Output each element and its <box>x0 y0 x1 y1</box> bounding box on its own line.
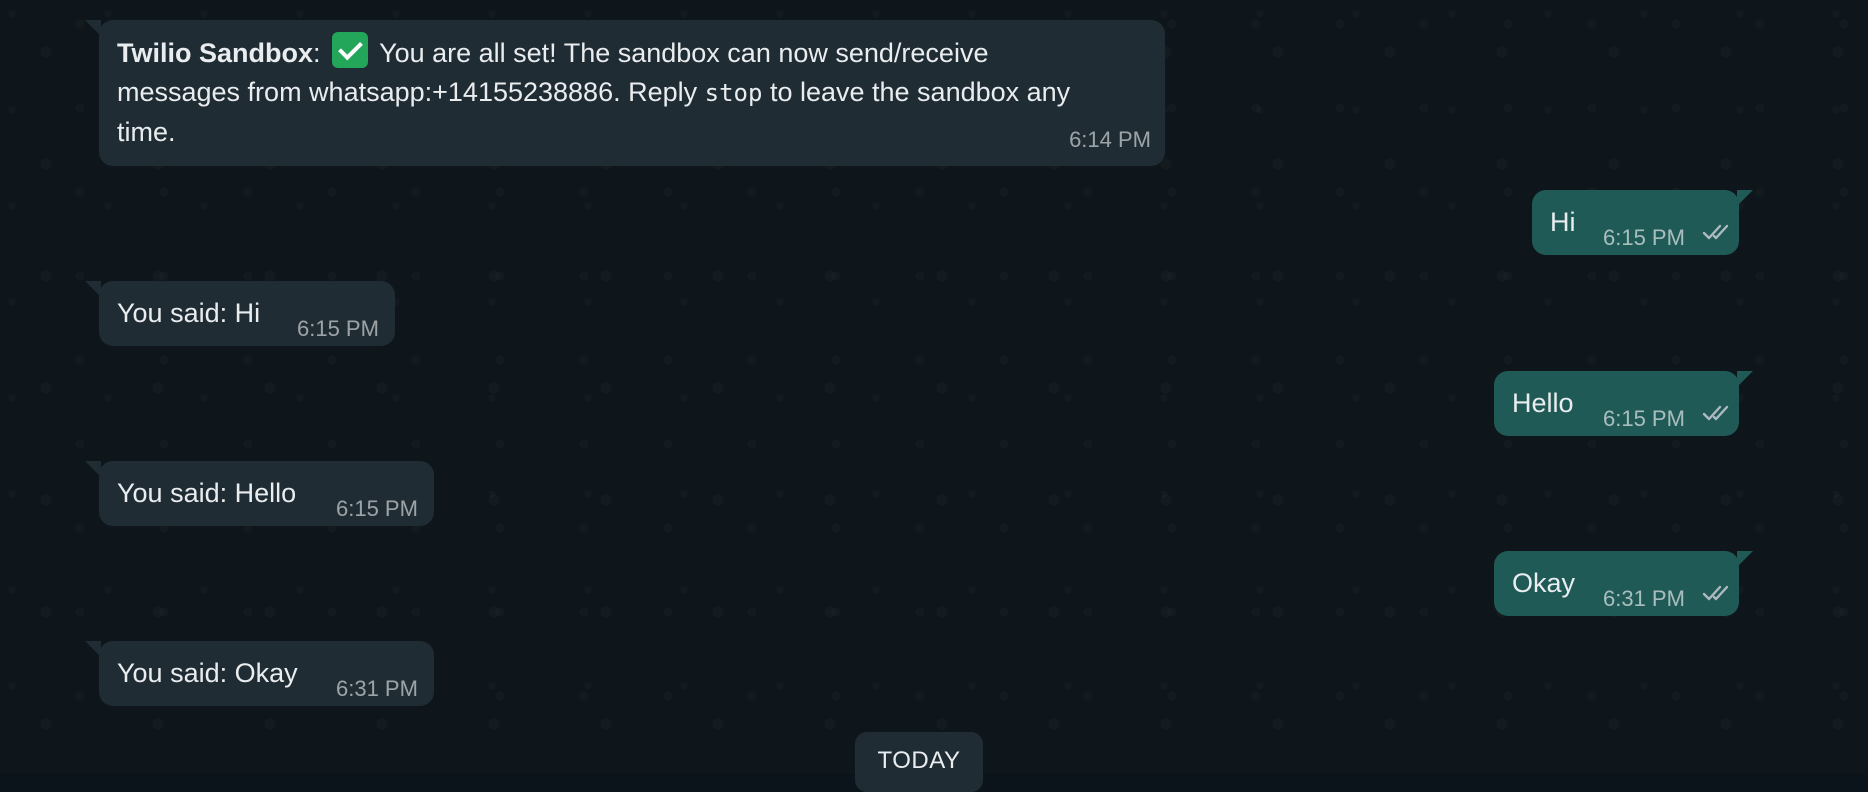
incoming-message-bubble[interactable]: Twilio Sandbox: You are all set! The san… <box>85 20 1165 166</box>
outgoing-message-bubble[interactable]: Okay 6:31 PM <box>1494 551 1753 616</box>
read-double-check-icon <box>1702 222 1732 244</box>
read-double-check-icon <box>1702 583 1732 605</box>
read-double-check-icon <box>1702 403 1732 425</box>
message-timestamp: 6:31 PM <box>336 676 418 701</box>
message-line-1: You are all set! The sandbox can now sen… <box>379 38 989 68</box>
outgoing-message-bubble[interactable]: Hello 6:15 PM <box>1494 371 1753 436</box>
incoming-message-bubble[interactable]: You said: Hi 6:15 PM <box>85 281 395 346</box>
message-line-2-end: to leave the sandbox any <box>769 77 1071 107</box>
sender-separator: : <box>313 38 321 68</box>
message-text: Hello <box>1512 388 1574 418</box>
message-text: You said: Okay <box>117 658 298 688</box>
message-timestamp: 6:15 PM <box>1603 406 1685 431</box>
message-text: Okay <box>1512 568 1576 598</box>
outgoing-message-bubble[interactable]: Hi 6:15 PM <box>1532 190 1753 255</box>
message-text-line-2: messages from whatsapp:+14155238886. Rep… <box>117 72 1070 113</box>
message-timestamp: 6:15 PM <box>1603 225 1685 250</box>
sender-name: Twilio Sandbox <box>117 38 314 68</box>
message-text: Twilio Sandbox: You are all set! The san… <box>117 32 988 73</box>
message-text: You said: Hi <box>117 298 261 328</box>
message-timestamp: 6:15 PM <box>297 316 379 341</box>
message-timestamp: 6:31 PM <box>1603 586 1685 611</box>
message-line-3: time. <box>117 117 176 147</box>
message-text: Hi <box>1550 207 1576 237</box>
message-timestamp: 6:15 PM <box>336 496 418 521</box>
inline-code: stop <box>704 79 763 107</box>
message-timestamp: 6:14 PM <box>1069 127 1151 152</box>
check-mark-button-icon <box>332 32 369 68</box>
message-line-2: messages from whatsapp:+14155238886. Rep… <box>117 77 698 107</box>
incoming-message-bubble[interactable]: You said: Okay 6:31 PM <box>85 641 434 706</box>
message-text: You said: Hello <box>117 478 297 508</box>
date-divider: TODAY <box>855 732 983 792</box>
incoming-message-bubble[interactable]: You said: Hello 6:15 PM <box>85 461 434 526</box>
chat-background: Twilio Sandbox: You are all set! The san… <box>0 0 1868 792</box>
